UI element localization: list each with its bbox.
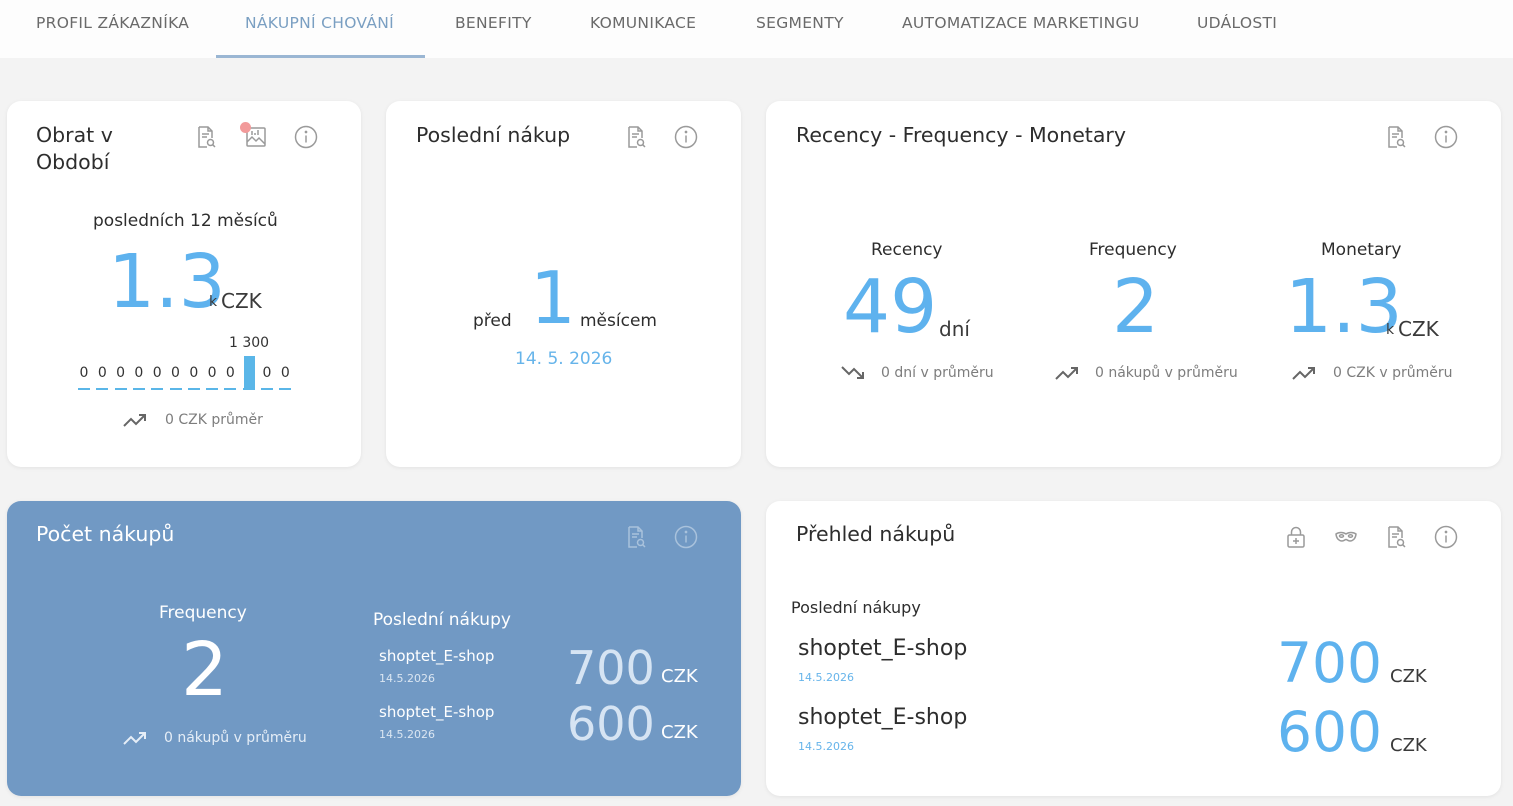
trend-down-icon bbox=[840, 363, 868, 383]
bar-value-label: 1 300 bbox=[229, 335, 270, 351]
tab-bar: PROFIL ZÁKAZNÍKA NÁKUPNÍ CHOVÁNÍ BENEFIT… bbox=[0, 0, 1513, 58]
frequency-value: 2 bbox=[181, 627, 229, 713]
bar-value: 0 bbox=[262, 365, 272, 381]
active-tab-indicator bbox=[216, 55, 425, 58]
bar-baseline bbox=[169, 388, 182, 390]
bar-baseline bbox=[96, 388, 109, 390]
bar-value: 0 bbox=[116, 365, 126, 381]
bar-value: 0 bbox=[189, 365, 199, 381]
trend-up-icon bbox=[1054, 363, 1082, 383]
bar-value: 0 bbox=[97, 365, 107, 381]
recency-value: 49 bbox=[843, 264, 938, 350]
turnover-average: 0 CZK průměr bbox=[165, 412, 263, 428]
card-title: Počet nákupů bbox=[36, 522, 175, 546]
bar-value: 0 bbox=[225, 365, 235, 381]
bar-baseline bbox=[279, 388, 292, 390]
bar-value: 0 bbox=[152, 365, 162, 381]
bar-value: 0 bbox=[134, 365, 144, 381]
last-purchase-prefix: před bbox=[473, 311, 512, 331]
tab-events[interactable]: UDÁLOSTI bbox=[1197, 14, 1277, 32]
frequency-average: 0 nákupů v průměru bbox=[1095, 365, 1238, 381]
lock-plus-icon[interactable] bbox=[1284, 525, 1308, 549]
last-purchase-date: 14. 5. 2026 bbox=[515, 349, 613, 369]
purchase-shop: shoptet_E-shop bbox=[379, 703, 495, 721]
info-icon[interactable] bbox=[1434, 525, 1458, 549]
recency-label: Recency bbox=[871, 240, 943, 260]
last-purchase-value: 1 bbox=[530, 256, 576, 340]
turnover-currency: CZK bbox=[221, 289, 262, 313]
frequency-label: Frequency bbox=[1089, 240, 1177, 260]
bar-value: 0 bbox=[207, 365, 217, 381]
report-search-icon[interactable] bbox=[624, 525, 648, 549]
purchase-shop: shoptet_E-shop bbox=[798, 636, 968, 661]
turnover-suffix: k bbox=[209, 294, 218, 310]
bar-baseline bbox=[261, 388, 273, 390]
purchase-date: 14.5.2026 bbox=[798, 671, 854, 684]
bar-baseline bbox=[132, 388, 145, 390]
info-icon[interactable] bbox=[1434, 125, 1458, 149]
purchase-shop: shoptet_E-shop bbox=[798, 705, 968, 730]
purchase-amount: 600 bbox=[567, 697, 655, 751]
tab-communication[interactable]: KOMUNIKACE bbox=[590, 14, 696, 32]
card-title: Poslední nákup bbox=[416, 123, 571, 147]
purchase-currency: CZK bbox=[1390, 666, 1427, 687]
bar-baseline bbox=[224, 388, 237, 390]
purchase-date: 14.5.2026 bbox=[379, 672, 435, 685]
report-search-icon[interactable] bbox=[194, 125, 218, 149]
monetary-unit: CZK bbox=[1398, 317, 1439, 341]
tab-segments[interactable]: SEGMENTY bbox=[756, 14, 844, 32]
bar-baseline bbox=[114, 388, 127, 390]
tab-benefits[interactable]: BENEFITY bbox=[455, 14, 532, 32]
bar-baseline bbox=[151, 388, 164, 390]
bar-value: 0 bbox=[171, 365, 180, 381]
card-title: Přehled nákupů bbox=[796, 522, 956, 546]
title-line-2: Období bbox=[36, 150, 110, 174]
recent-purchases-label: Poslední nákupy bbox=[373, 610, 511, 630]
purchase-amount: 700 bbox=[1277, 631, 1382, 695]
info-icon[interactable] bbox=[674, 525, 698, 549]
bar-baseline bbox=[78, 388, 90, 390]
trend-up-icon bbox=[1291, 363, 1319, 383]
purchase-amount: 700 bbox=[567, 641, 655, 695]
bar-baseline bbox=[187, 388, 200, 390]
last-purchase-suffix: měsícem bbox=[580, 311, 657, 331]
purchase-shop: shoptet_E-shop bbox=[379, 647, 495, 665]
purchase-currency: CZK bbox=[661, 722, 698, 743]
monetary-label: Monetary bbox=[1321, 240, 1402, 260]
bar bbox=[243, 356, 255, 390]
title-line-1: Obrat v bbox=[36, 123, 113, 147]
frequency-label: Frequency bbox=[159, 603, 247, 623]
frequency-value: 2 bbox=[1112, 264, 1160, 350]
monetary-suffix: k bbox=[1386, 322, 1395, 338]
bar-baseline bbox=[206, 388, 219, 390]
report-search-icon[interactable] bbox=[1384, 125, 1408, 149]
card-title: Recency - Frequency - Monetary bbox=[796, 123, 1126, 147]
frequency-average: 0 nákupů v průměru bbox=[164, 730, 307, 746]
monetary-average: 0 CZK v průměru bbox=[1333, 365, 1453, 381]
report-search-icon[interactable] bbox=[1384, 525, 1408, 549]
purchase-amount: 600 bbox=[1277, 700, 1382, 764]
report-search-icon[interactable] bbox=[624, 125, 648, 149]
bar-value: 0 bbox=[79, 365, 89, 381]
purchase-currency: CZK bbox=[1390, 735, 1427, 756]
trend-up-icon bbox=[122, 410, 150, 430]
recent-purchases-label: Poslední nákupy bbox=[791, 598, 921, 617]
info-icon[interactable] bbox=[674, 125, 698, 149]
card-title: Obrat v Období bbox=[36, 122, 113, 176]
recency-unit: dní bbox=[939, 317, 970, 341]
purchase-date: 14.5.2026 bbox=[798, 740, 854, 753]
tab-customer-profile[interactable]: PROFIL ZÁKAZNÍKA bbox=[36, 14, 189, 32]
recency-average: 0 dní v průměru bbox=[881, 365, 994, 381]
period-label: posledních 12 měsíců bbox=[93, 211, 278, 231]
info-icon[interactable] bbox=[294, 125, 318, 149]
purchase-date: 14.5.2026 bbox=[379, 728, 435, 741]
tab-purchase-behavior[interactable]: NÁKUPNÍ CHOVÁNÍ bbox=[245, 14, 394, 32]
mask-icon[interactable] bbox=[1334, 525, 1358, 549]
purchase-currency: CZK bbox=[661, 666, 698, 687]
notification-dot bbox=[240, 122, 251, 133]
tab-marketing-automation[interactable]: AUTOMATIZACE MARKETINGU bbox=[902, 14, 1140, 32]
trend-up-icon bbox=[122, 728, 150, 748]
bar-value: 0 bbox=[280, 365, 290, 381]
